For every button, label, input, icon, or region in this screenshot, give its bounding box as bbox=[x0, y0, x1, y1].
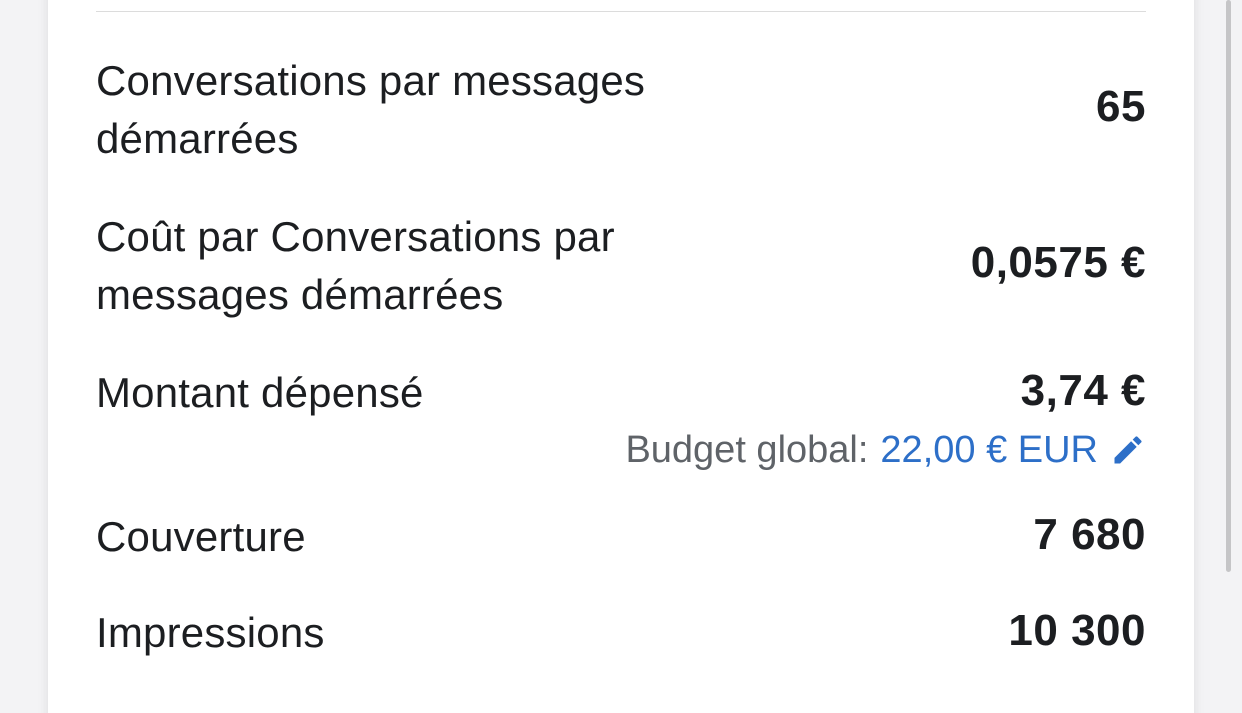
budget-line: Budget global: 22,00 € EUR bbox=[625, 428, 1146, 472]
top-divider bbox=[96, 11, 1146, 12]
metric-row-conversations: Conversations par messages démarrées 65 bbox=[96, 52, 1146, 168]
metric-row-cost-per-conversation: Coût par Conversations par messages déma… bbox=[96, 208, 1146, 324]
metric-label: Couverture bbox=[96, 513, 306, 560]
budget-value-link[interactable]: 22,00 € EUR bbox=[880, 428, 1098, 472]
metric-row-amount-spent: Montant dépensé 3,74 € bbox=[96, 364, 1146, 422]
budget-label: Budget global: bbox=[625, 429, 869, 471]
metric-value: 10 300 bbox=[1008, 606, 1146, 655]
vertical-scrollbar[interactable] bbox=[1226, 0, 1231, 572]
metric-label: Montant dépensé bbox=[96, 369, 424, 416]
metric-label: Conversations par messages démarrées bbox=[96, 57, 646, 162]
metric-label: Coût par Conversations par messages déma… bbox=[96, 213, 615, 318]
metric-value: 65 bbox=[1096, 82, 1146, 131]
pencil-icon[interactable] bbox=[1110, 432, 1146, 468]
metric-value: 0,0575 € bbox=[970, 238, 1146, 287]
metric-value: 3,74 € bbox=[1020, 366, 1146, 415]
metric-value: 7 680 bbox=[1033, 510, 1146, 559]
metric-row-reach: Couverture 7 680 bbox=[96, 508, 1146, 566]
screen: Conversations par messages démarrées 65 … bbox=[0, 0, 1242, 713]
metric-label: Impressions bbox=[96, 609, 325, 656]
metric-row-impressions: Impressions 10 300 bbox=[96, 604, 1146, 662]
